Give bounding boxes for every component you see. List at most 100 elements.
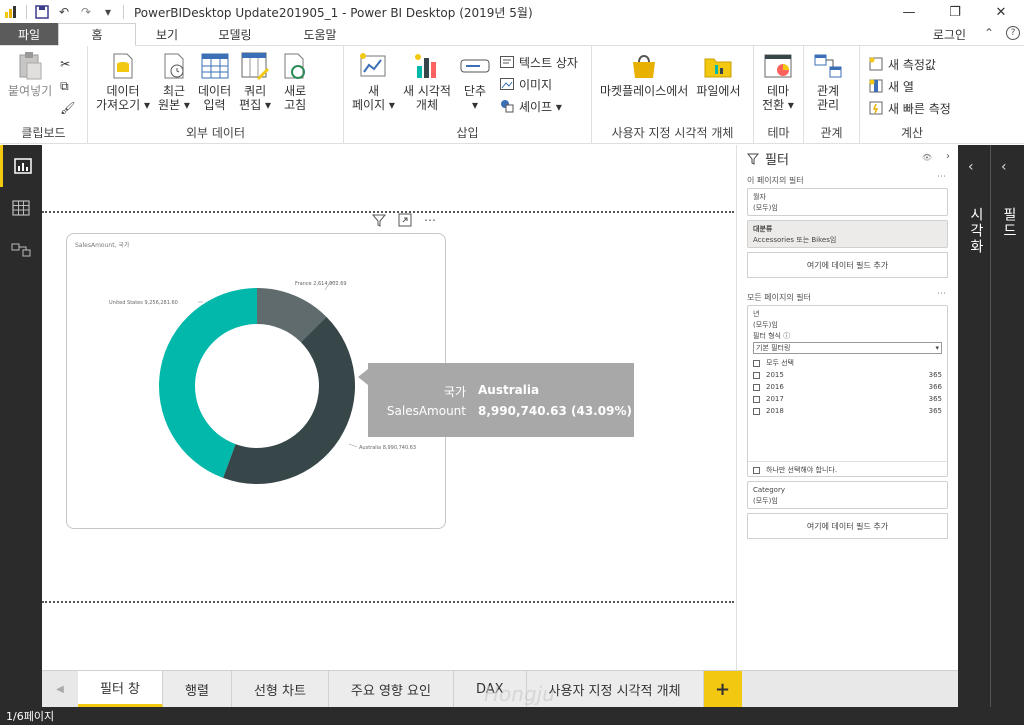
- filter-month-value: (모두)임: [753, 204, 778, 212]
- edit-queries-icon: [239, 50, 271, 82]
- filter-type-select[interactable]: 기본 필터링 ▾: [753, 342, 942, 354]
- undo-icon[interactable]: ↶: [53, 0, 75, 24]
- shapes-button[interactable]: 셰이프 ▾: [499, 96, 578, 116]
- more-options-icon[interactable]: ⋯: [424, 213, 436, 230]
- report-view-icon[interactable]: [0, 145, 42, 187]
- close-button[interactable]: ✕: [978, 0, 1024, 24]
- visualizations-pane-collapsed[interactable]: ‹ 시각화: [958, 145, 991, 707]
- image-button[interactable]: 이미지: [499, 74, 578, 94]
- quick-measure-icon: [868, 100, 884, 116]
- filter-card-month[interactable]: 월자 (모두)임: [747, 188, 948, 216]
- eye-icon[interactable]: 👁: [922, 153, 932, 162]
- new-measure-button[interactable]: 새 측정값: [868, 54, 951, 74]
- tab-file[interactable]: 파일: [0, 23, 58, 45]
- button-label-1: 단추: [463, 84, 486, 98]
- model-view-icon[interactable]: [0, 229, 42, 271]
- add-data-field-drop-all[interactable]: 여기에 데이터 필드 추가: [747, 513, 948, 539]
- donut-slice-australia[interactable]: [223, 316, 355, 485]
- year-checkbox[interactable]: 2015 365: [753, 369, 942, 381]
- all-pages-filters-title: 모든 페이지의 필터: [747, 293, 811, 302]
- data-label-united-states: United States 9,256,281.60: [109, 300, 178, 306]
- redo-icon[interactable]: ↷: [75, 0, 97, 24]
- all-pages-more-icon[interactable]: ⋯: [937, 289, 946, 299]
- this-page-filters-title: 이 페이지의 필터: [747, 176, 804, 185]
- group-label-calc: 계산: [900, 126, 924, 140]
- marketplace-icon: [628, 50, 660, 82]
- cut-icon[interactable]: ✂: [60, 54, 75, 74]
- visualizations-label: 시각화: [968, 207, 984, 255]
- year-checkbox[interactable]: 2016 366: [753, 381, 942, 393]
- data-label-france: France 2,614,902.69: [295, 281, 347, 287]
- year-checkbox[interactable]: 2017 365: [753, 393, 942, 405]
- new-column-button[interactable]: 새 열: [868, 76, 951, 96]
- theme-icon: [762, 50, 794, 82]
- data-label-australia: Australia 8,990,740.63: [359, 445, 416, 451]
- page-tab[interactable]: 선형 차트: [231, 671, 329, 707]
- group-calculations: 새 측정값 새 열 새 빠른 측정 계산: [860, 46, 964, 144]
- filter-icon[interactable]: [371, 213, 387, 230]
- tab-view[interactable]: 보기: [136, 23, 198, 45]
- select-all-checkbox[interactable]: 모두 선택: [753, 357, 942, 369]
- tab-scroll-left-icon[interactable]: ◀: [42, 671, 78, 707]
- group-label-custom: 사용자 지정 시각적 개체: [611, 126, 734, 140]
- year-count: 365: [928, 406, 942, 415]
- filter-card-year[interactable]: 년 (모두)임 필터 형식 ⓘ 기본 필터링 ▾ 모두 선택 2015 365 2…: [747, 305, 948, 477]
- filter-category-value: (모두)임: [753, 497, 778, 505]
- group-custom-visuals: 마켓플레이스에서 파일에서 사용자 지정 시각적 개체: [592, 46, 754, 144]
- status-bar: 1/6페이지: [0, 707, 1024, 725]
- filter-card-category-all[interactable]: Category (모두)임: [747, 481, 948, 509]
- tab-help[interactable]: 도움말: [272, 23, 368, 45]
- require-single-checkbox[interactable]: 하나만 선택해야 합니다.: [753, 464, 837, 476]
- tab-home[interactable]: 홈: [58, 23, 136, 46]
- new-quick-label: 새 빠른 측정: [888, 101, 951, 116]
- filter-card-category[interactable]: 대분류 Accessories 또는 Bikes임: [747, 220, 948, 248]
- report-canvas[interactable]: ⋯ SalesAmount, 국가 France 2,614,902.69 Un…: [42, 145, 736, 670]
- relations-label-1: 관계: [816, 84, 840, 98]
- expand-visualizations-icon[interactable]: ‹: [968, 159, 974, 175]
- customize-toolbar-icon[interactable]: ▾: [97, 0, 119, 24]
- copy-icon[interactable]: ⧉: [60, 76, 75, 96]
- year-count: 365: [928, 394, 942, 403]
- format-painter-icon[interactable]: 🖌: [60, 98, 75, 118]
- save-icon[interactable]: [31, 0, 53, 24]
- collapse-ribbon-icon[interactable]: ⌃: [984, 26, 994, 40]
- tooltip-pointer: [358, 369, 368, 385]
- relations-label-2: 관리: [816, 98, 840, 112]
- refresh-label-1: 새로: [284, 84, 307, 98]
- collapse-filters-icon[interactable]: ›: [946, 151, 950, 162]
- fields-pane-collapsed[interactable]: ‹ 필드: [991, 145, 1024, 707]
- login-link[interactable]: 로그인: [933, 26, 966, 43]
- page-tab[interactable]: 필터 창: [78, 671, 164, 707]
- expand-fields-icon[interactable]: ‹: [1001, 159, 1007, 175]
- from-file-label: 파일에서: [696, 84, 741, 98]
- page-tab[interactable]: 행렬: [163, 671, 232, 707]
- year-count: 366: [928, 382, 942, 391]
- tab-modeling[interactable]: 모델링: [198, 23, 272, 45]
- help-icon[interactable]: ?: [1006, 26, 1020, 40]
- add-data-field-drop[interactable]: 여기에 데이터 필드 추가: [747, 252, 948, 278]
- minimize-button[interactable]: —: [886, 0, 932, 24]
- title-bar: ↶ ↷ ▾ PowerBIDesktop Update201905_1 - Po…: [0, 0, 1024, 24]
- add-page-button[interactable]: +: [703, 671, 742, 707]
- window-title: PowerBIDesktop Update201905_1 - Power BI…: [134, 5, 533, 20]
- page-tab[interactable]: 주요 영향 요인: [328, 671, 454, 707]
- textbox-button[interactable]: 텍스트 상자: [499, 52, 578, 72]
- recent-label-2: 원본 ▾: [158, 98, 190, 112]
- visual-header: ⋯: [371, 213, 436, 230]
- query-label-1: 쿼리: [244, 84, 267, 98]
- year-checkbox[interactable]: 2018 365: [753, 405, 942, 417]
- year-label: 2015: [766, 370, 784, 379]
- paste-label: 붙여넣기: [8, 84, 53, 98]
- get-data-label-2: 가져오기 ▾: [96, 98, 150, 112]
- new-column-label: 새 열: [888, 79, 914, 94]
- data-view-icon[interactable]: [0, 187, 42, 229]
- recent-sources-icon: [158, 50, 190, 82]
- new-quick-measure-button[interactable]: 새 빠른 측정: [868, 98, 951, 118]
- maximize-button[interactable]: ❐: [932, 0, 978, 24]
- filter-pane-icon: [747, 153, 759, 165]
- year-label: 2018: [766, 406, 784, 415]
- year-label: 2016: [766, 382, 784, 391]
- focus-mode-icon[interactable]: [398, 213, 412, 230]
- tooltip-value-country: Australia: [478, 383, 540, 397]
- section-more-icon[interactable]: ⋯: [937, 172, 946, 182]
